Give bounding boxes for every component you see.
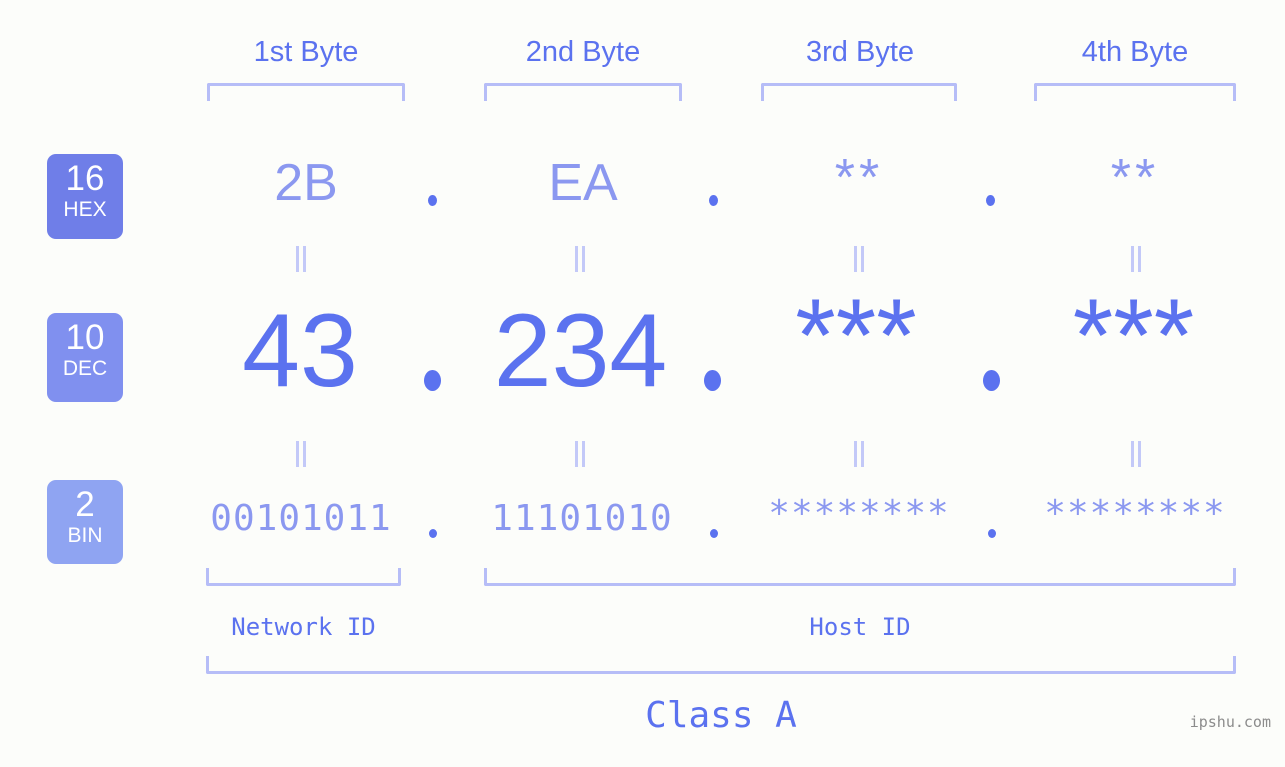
- base-badge-bin-name: BIN: [67, 524, 103, 547]
- equals-mark-hex-dec-3: [851, 246, 867, 274]
- hex-byte-3-value: **: [834, 149, 884, 207]
- dec-separator-dot-1: [424, 370, 441, 391]
- hex-separator-dot-1: [428, 195, 437, 206]
- byte-header-3: 3rd Byte: [806, 36, 914, 68]
- dec-byte-4-value: ***: [1072, 278, 1195, 394]
- equals-mark-dec-bin-2: [572, 441, 588, 469]
- base-badge-dec-name: DEC: [62, 357, 108, 380]
- byte-bracket-top-1: [207, 83, 405, 101]
- base-badge-dec: 10 DEC: [47, 313, 123, 402]
- byte-header-4: 4th Byte: [1081, 36, 1189, 68]
- base-badge-bin: 2 BIN: [47, 480, 123, 564]
- byte-bracket-top-2: [484, 83, 682, 101]
- byte-bracket-top-4: [1034, 83, 1236, 101]
- equals-mark-dec-bin-1: [293, 441, 309, 469]
- bin-byte-2-value: 11101010: [491, 498, 673, 539]
- equals-mark-hex-dec-4: [1128, 246, 1144, 274]
- hex-byte-4-value: **: [1110, 149, 1160, 207]
- hex-byte-1-value: 2B: [274, 154, 338, 212]
- bin-byte-4-value: ********: [1044, 493, 1226, 534]
- base-badge-hex: 16 HEX: [47, 154, 123, 239]
- bin-byte-3-value: ********: [768, 493, 950, 534]
- equals-mark-dec-bin-3: [851, 441, 867, 469]
- equals-mark-hex-dec-1: [293, 246, 309, 274]
- byte-header-2: 2nd Byte: [525, 36, 641, 68]
- network-id-bracket: [206, 568, 401, 586]
- bin-separator-dot-2: [710, 529, 718, 538]
- hex-byte-2-value: EA: [548, 154, 618, 212]
- network-id-label: Network ID: [231, 613, 376, 641]
- dec-separator-dot-3: [983, 370, 1000, 391]
- host-id-bracket: [484, 568, 1236, 586]
- base-badge-bin-number: 2: [75, 485, 95, 524]
- dec-byte-3-value: ***: [795, 278, 917, 394]
- base-badge-hex-number: 16: [65, 159, 105, 198]
- base-badge-dec-number: 10: [65, 318, 105, 357]
- dec-separator-dot-2: [704, 370, 721, 391]
- site-watermark: ipshu.com: [1189, 713, 1271, 731]
- bin-separator-dot-3: [988, 529, 996, 538]
- byte-header-1: 1st Byte: [253, 36, 359, 68]
- equals-mark-dec-bin-4: [1128, 441, 1144, 469]
- hex-separator-dot-3: [986, 195, 995, 206]
- dec-byte-1-value: 43: [242, 293, 358, 409]
- bin-separator-dot-1: [429, 529, 437, 538]
- class-bracket: [206, 656, 1236, 674]
- bin-byte-1-value: 00101011: [210, 498, 392, 539]
- base-badge-hex-name: HEX: [63, 198, 107, 221]
- byte-bracket-top-3: [761, 83, 957, 101]
- class-label: Class A: [645, 695, 797, 736]
- dec-byte-2-value: 234: [493, 293, 668, 409]
- hex-separator-dot-2: [709, 195, 718, 206]
- ip-address-breakdown-diagram: 1st Byte 2nd Byte 3rd Byte 4th Byte 16 H…: [0, 0, 1285, 767]
- host-id-label: Host ID: [809, 613, 911, 641]
- equals-mark-hex-dec-2: [572, 246, 588, 274]
